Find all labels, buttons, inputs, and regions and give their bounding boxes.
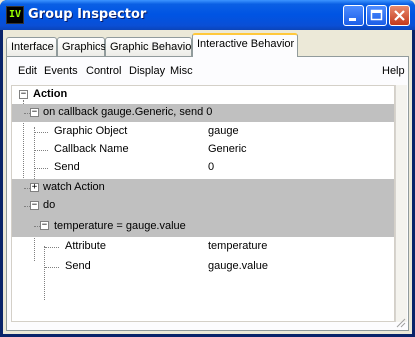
tab-graphics[interactable]: Graphics — [57, 37, 106, 57]
tree-row-assign[interactable]: − temperature = gauge.value — [12, 217, 394, 237]
window-title: Group Inspector — [28, 7, 147, 22]
tab-graphic-behavior[interactable]: Graphic Behavior — [105, 37, 195, 57]
tree-label-action: Action — [33, 88, 68, 100]
title-bar[interactable]: IV Group Inspector — [0, 0, 415, 30]
close-button[interactable] — [389, 5, 410, 26]
menu-edit[interactable]: Edit — [18, 65, 37, 77]
tree-row-action[interactable]: − Action — [12, 86, 394, 104]
vertical-scrollbar[interactable] — [395, 85, 407, 322]
app-icon: IV — [6, 6, 24, 24]
tree-label-do: do — [43, 199, 56, 211]
expand-icon[interactable]: + — [30, 183, 39, 192]
tree-label-assign: temperature = gauge.value — [54, 220, 186, 232]
resize-grip-icon[interactable] — [396, 318, 406, 328]
minimize-button[interactable] — [343, 5, 364, 26]
prop-label: Callback Name — [54, 143, 129, 155]
tree-label-watch: watch Action — [43, 181, 105, 193]
prop-value[interactable]: 0 — [208, 161, 214, 173]
collapse-icon[interactable]: − — [40, 221, 49, 230]
maximize-icon — [370, 9, 383, 21]
prop-label: Send — [65, 260, 91, 272]
tree-row-callback-name[interactable]: Callback Name Generic — [12, 141, 394, 159]
prop-label: Send — [54, 161, 80, 173]
collapse-icon[interactable]: − — [19, 90, 28, 99]
close-icon — [394, 10, 405, 21]
tab-panel: Edit Events Control Display Misc Help − … — [6, 56, 409, 331]
menu-bar: Edit Events Control Display Misc Help — [15, 65, 405, 81]
tree-row-send[interactable]: Send 0 — [12, 159, 394, 177]
menu-misc[interactable]: Misc — [170, 65, 193, 77]
tree-row-send-value[interactable]: Send gauge.value — [12, 258, 394, 276]
prop-value[interactable]: Generic — [208, 143, 247, 155]
tree-row-attribute[interactable]: Attribute temperature — [12, 238, 394, 256]
maximize-button[interactable] — [366, 5, 387, 26]
prop-value[interactable]: gauge — [208, 125, 239, 137]
tab-interface[interactable]: Interface — [6, 37, 57, 57]
tree-row-do[interactable]: − do — [12, 197, 394, 217]
window-client-area: Interface Graphics Graphic Behavior Inte… — [3, 30, 412, 334]
prop-label: Graphic Object — [54, 125, 128, 137]
menu-display[interactable]: Display — [129, 65, 165, 77]
tab-interactive-behavior[interactable]: Interactive Behavior — [192, 33, 298, 57]
collapse-icon[interactable]: − — [30, 108, 39, 117]
tree-row-watch[interactable]: + watch Action — [12, 179, 394, 197]
tree-label-callback: on callback gauge.Generic, send 0 — [43, 106, 213, 118]
behavior-tree[interactable]: − Action − on callback gauge.Generic, se… — [11, 85, 395, 322]
menu-help[interactable]: Help — [382, 65, 405, 77]
tree-row-callback[interactable]: − on callback gauge.Generic, send 0 — [12, 104, 394, 122]
minimize-icon — [349, 18, 356, 21]
prop-value[interactable]: temperature — [208, 240, 267, 252]
prop-value[interactable]: gauge.value — [208, 260, 268, 272]
collapse-icon[interactable]: − — [30, 201, 39, 210]
group-inspector-window: IV Group Inspector Interface Graphics Gr… — [0, 0, 415, 337]
menu-control[interactable]: Control — [86, 65, 121, 77]
prop-label: Attribute — [65, 240, 106, 252]
tree-row-graphic-object[interactable]: Graphic Object gauge — [12, 123, 394, 141]
menu-events[interactable]: Events — [44, 65, 78, 77]
